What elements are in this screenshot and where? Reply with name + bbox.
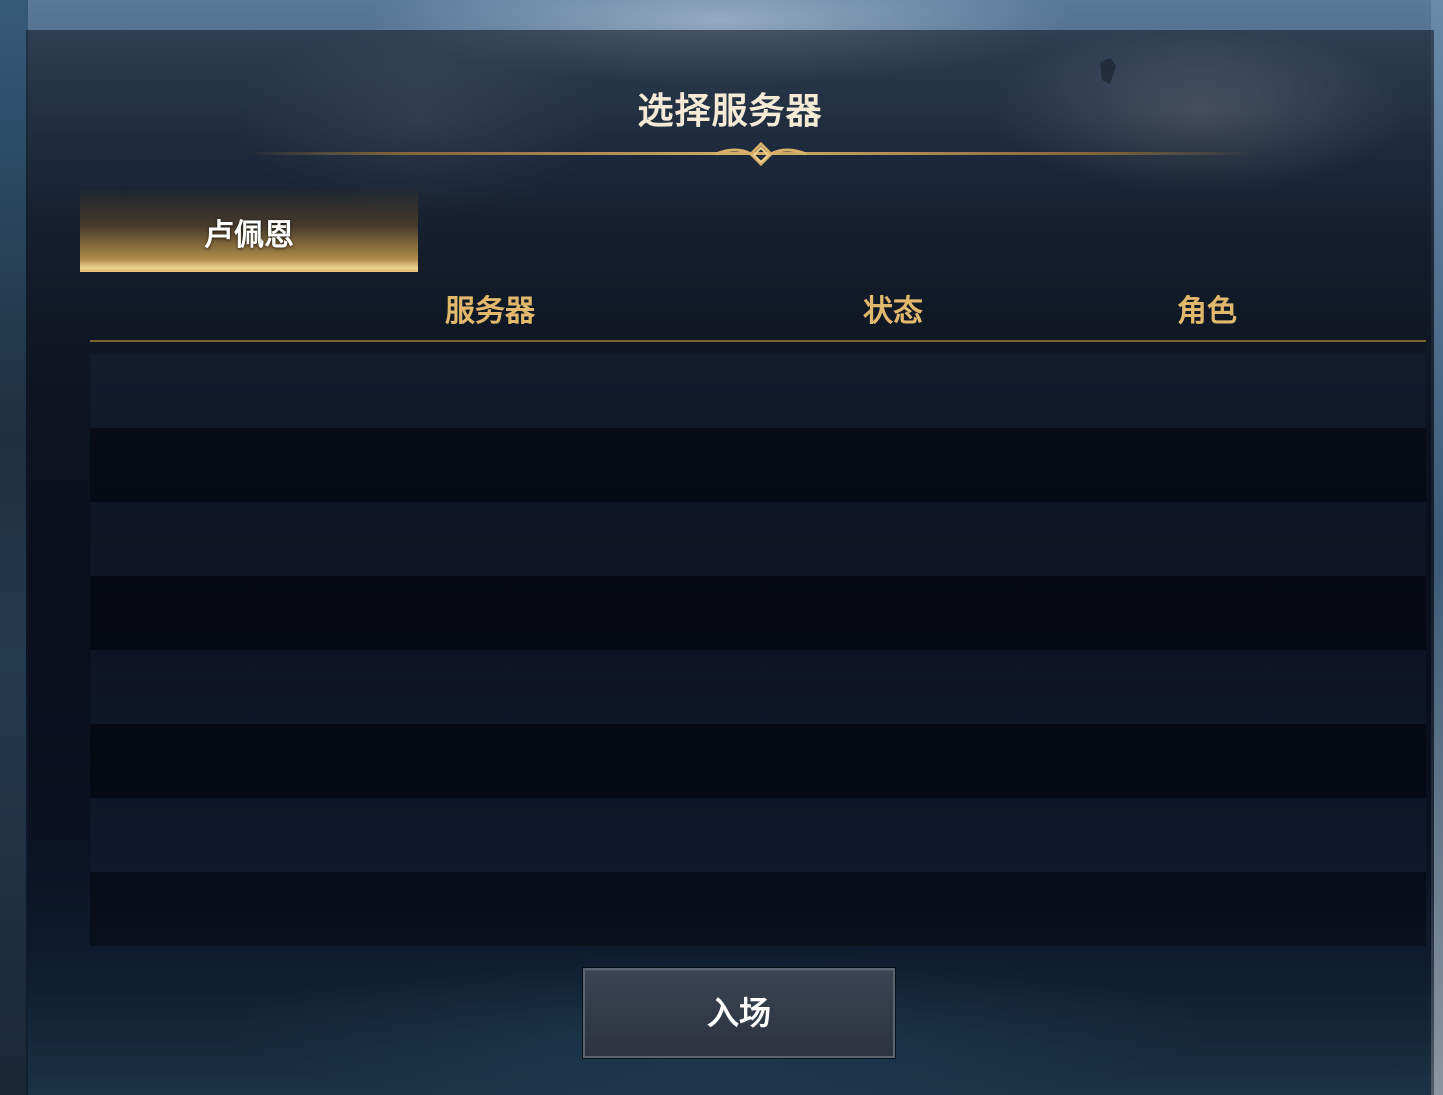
table-row[interactable]	[90, 724, 1426, 798]
column-header-character: 角色	[1177, 294, 1237, 329]
column-header-status: 状态	[863, 294, 923, 329]
table-header: 服务器 状态 角色	[90, 280, 1426, 342]
table-row[interactable]	[90, 576, 1426, 650]
tab-lupeon[interactable]: 卢佩恩	[80, 190, 418, 272]
tab-label: 卢佩恩	[204, 218, 294, 253]
table-row[interactable]	[90, 650, 1426, 724]
background-scenery-left	[0, 0, 28, 1095]
ornament-divider-icon	[246, 142, 1252, 167]
enter-button[interactable]: 入场	[583, 968, 895, 1058]
server-list	[90, 354, 1426, 946]
server-select-dialog: 选择服务器 卢佩恩 服务器 状态 角色	[26, 30, 1434, 1095]
game-screen: 选择服务器 卢佩恩 服务器 状态 角色 入场	[0, 0, 1443, 1095]
table-row[interactable]	[90, 354, 1426, 428]
table-row[interactable]	[90, 798, 1426, 872]
dialog-title: 选择服务器	[637, 91, 823, 132]
table-row[interactable]	[90, 428, 1426, 502]
table-row[interactable]	[90, 502, 1426, 576]
table-row[interactable]	[90, 872, 1426, 946]
column-header-server: 服务器	[445, 294, 535, 329]
